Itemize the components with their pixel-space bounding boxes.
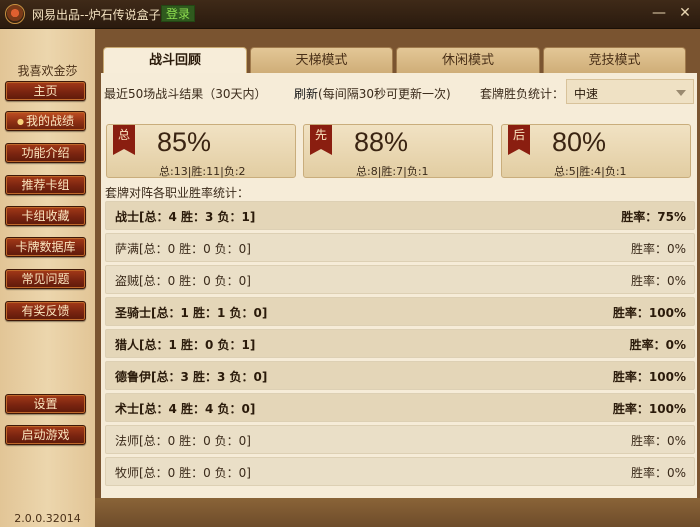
row-record: 德鲁伊[总：3 胜：3 负：0] [115, 370, 268, 384]
launch-game-button[interactable]: 启动游戏 [5, 425, 86, 445]
table-row: 盗贼[总：0 胜：0 负：0] 胜率：0% [105, 265, 695, 294]
card-badge: 先 [310, 125, 332, 155]
bottom-bar [95, 498, 700, 527]
row-win-rate: 胜率：100% [612, 370, 686, 384]
card-percent: 80% [552, 127, 607, 157]
row-record: 术士[总：4 胜：4 负：0] [115, 402, 256, 416]
refresh-note: (每间隔30秒可更新一次) [318, 87, 451, 101]
sidebar-item-faq[interactable]: 常见问题 [5, 269, 86, 289]
sidebar-item-my-records[interactable]: ● 我的战绩 [5, 111, 86, 131]
row-record: 萨满[总：0 胜：0 负：0] [115, 242, 251, 256]
sidebar-item-recommended-decks[interactable]: 推荐卡组 [5, 175, 86, 195]
table-row: 术士[总：4 胜：4 负：0] 胜率：100% [105, 393, 695, 422]
table-row: 法师[总：0 胜：0 负：0] 胜率：0% [105, 425, 695, 454]
deck-stat-label: 套牌胜负统计： [480, 87, 565, 101]
close-icon[interactable]: ✕ [677, 5, 693, 21]
sidebar-item-deck-collection[interactable]: 卡组收藏 [5, 206, 86, 226]
tab-battle-review[interactable]: 战斗回顾 [103, 47, 247, 74]
row-record: 战士[总：4 胜：3 负：1] [115, 210, 256, 224]
card-percent: 88% [354, 127, 409, 157]
title-bar: 网易出品--炉石传说盒子 登录 — ✕ [0, 0, 700, 29]
table-row: 圣骑士[总：1 胜：1 负：0] 胜率：100% [105, 297, 695, 326]
minimize-icon[interactable]: — [651, 5, 667, 21]
row-win-rate: 胜率：0% [630, 466, 686, 480]
tab-casual[interactable]: 休闲模式 [396, 47, 540, 73]
row-win-rate: 胜率：75% [621, 210, 686, 224]
recent-results-label: 最近50场战斗结果（30天内） [104, 87, 267, 101]
deck-select-value: 中速 [574, 87, 599, 101]
card-detail: 总:5|胜:4|负:1 [554, 165, 627, 178]
sidebar-item-feedback[interactable]: 有奖反馈 [5, 301, 86, 321]
refresh-link[interactable]: 刷新 [294, 87, 318, 101]
row-record: 圣骑士[总：1 胜：1 负：0] [115, 306, 268, 320]
main-panel: 战斗回顾 天梯模式 休闲模式 竞技模式 最近50场战斗结果（30天内） 刷新(每… [95, 29, 700, 527]
row-win-rate: 胜率：100% [612, 402, 686, 416]
class-stats-title: 套牌对阵各职业胜率统计： [105, 186, 250, 200]
user-greeting: 我喜欢金莎 [17, 64, 78, 78]
row-record: 盗贼[总：0 胜：0 负：0] [115, 274, 251, 288]
deck-select[interactable]: 中速 [566, 79, 694, 104]
tab-content: 最近50场战斗结果（30天内） 刷新(每间隔30秒可更新一次) 套牌胜负统计： … [101, 73, 697, 498]
chevron-down-icon [676, 90, 686, 96]
tab-arena[interactable]: 竞技模式 [543, 47, 686, 73]
refresh-area: 刷新(每间隔30秒可更新一次) [294, 85, 451, 102]
app-title: 网易出品--炉石传说盒子 [32, 8, 161, 22]
table-row: 德鲁伊[总：3 胜：3 负：0] 胜率：100% [105, 361, 695, 390]
login-button[interactable]: 登录 [161, 5, 195, 22]
summary-card-second: 后 80% 总:5|胜:4|负:1 [501, 124, 691, 178]
row-win-rate: 胜率：0% [629, 338, 686, 352]
app-logo-icon [5, 4, 25, 24]
version-label: 2.0.0.32014 [14, 512, 81, 525]
card-badge: 总 [113, 125, 135, 155]
tab-ladder[interactable]: 天梯模式 [250, 47, 393, 73]
sidebar-item-label: 我的战绩 [25, 114, 74, 128]
row-win-rate: 胜率：0% [630, 242, 686, 256]
row-record: 法师[总：0 胜：0 负：0] [115, 434, 251, 448]
table-row: 战士[总：4 胜：3 负：1] 胜率：75% [105, 201, 695, 230]
table-row: 牧师[总：0 胜：0 负：0] 胜率：0% [105, 457, 695, 486]
row-record: 猎人[总：1 胜：0 负：1] [115, 338, 256, 352]
row-win-rate: 胜率：100% [612, 306, 686, 320]
class-stats-list: 战士[总：4 胜：3 负：1] 胜率：75% 萨满[总：0 胜：0 负：0] 胜率：… [105, 201, 695, 489]
card-detail: 总:13|胜:11|负:2 [159, 165, 246, 178]
row-record: 牧师[总：0 胜：0 负：0] [115, 466, 251, 480]
settings-button[interactable]: 设置 [5, 394, 86, 414]
row-win-rate: 胜率：0% [630, 434, 686, 448]
sidebar: 我喜欢金莎 主页 ● 我的战绩 功能介绍 推荐卡组 卡组收藏 卡牌数据库 常见问题… [0, 29, 95, 527]
status-row: 最近50场战斗结果（30天内） 刷新(每间隔30秒可更新一次) 套牌胜负统计： … [101, 73, 697, 107]
card-percent: 85% [157, 127, 212, 157]
sidebar-item-home[interactable]: 主页 [5, 81, 86, 101]
sidebar-item-features[interactable]: 功能介绍 [5, 143, 86, 163]
card-detail: 总:8|胜:7|负:1 [356, 165, 429, 178]
card-badge: 后 [508, 125, 530, 155]
summary-card-first: 先 88% 总:8|胜:7|负:1 [303, 124, 493, 178]
row-win-rate: 胜率：0% [630, 274, 686, 288]
active-bullet-icon: ● [17, 117, 24, 126]
table-row: 萨满[总：0 胜：0 负：0] 胜率：0% [105, 233, 695, 262]
sidebar-item-card-database[interactable]: 卡牌数据库 [5, 237, 86, 257]
table-row: 猎人[总：1 胜：0 负：1] 胜率：0% [105, 329, 695, 358]
summary-card-total: 总 85% 总:13|胜:11|负:2 [106, 124, 296, 178]
